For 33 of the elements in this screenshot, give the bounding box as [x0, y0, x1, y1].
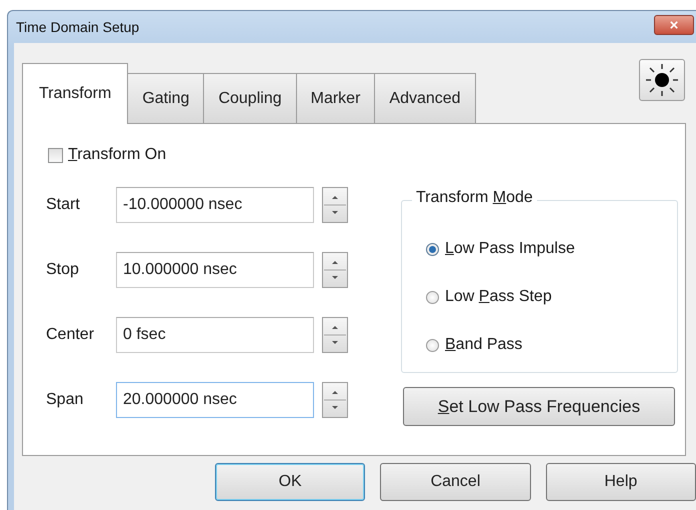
- field-label: Span: [46, 390, 84, 408]
- spin-button[interactable]: [322, 186, 348, 222]
- sun-button[interactable]: [639, 59, 685, 101]
- tab[interactable]: Coupling: [203, 73, 297, 123]
- field-label: Start: [46, 196, 81, 214]
- dialog-button[interactable]: OK: [215, 463, 366, 501]
- spin-button[interactable]: [322, 316, 348, 352]
- tab[interactable]: Gating: [127, 73, 204, 123]
- field-label: Stop: [46, 260, 80, 278]
- input-field[interactable]: 10.000000 nsec: [116, 252, 314, 288]
- input-field[interactable]: 20.000000 nsec: [116, 382, 314, 418]
- sun-icon: [645, 63, 679, 97]
- spin-button[interactable]: [322, 382, 348, 418]
- checkbox-label[interactable]: Transform On: [68, 146, 166, 164]
- tab[interactable]: Advanced: [374, 73, 476, 123]
- radio-button[interactable]: [426, 338, 439, 352]
- spin-button[interactable]: [322, 252, 348, 288]
- group-title: Transform Mode: [412, 189, 537, 207]
- radio-label[interactable]: Low Pass Impulse: [445, 240, 575, 258]
- radio-button[interactable]: [426, 290, 439, 304]
- dialog-button[interactable]: Cancel: [380, 463, 531, 501]
- set-frequencies-button[interactable]: Set Low Pass Frequencies: [403, 387, 675, 426]
- radio-label[interactable]: Band Pass: [445, 336, 522, 354]
- tab[interactable]: Marker: [296, 73, 376, 123]
- radio-label[interactable]: Low Pass Step: [445, 288, 552, 306]
- checkbox[interactable]: [48, 148, 63, 162]
- radio-button[interactable]: [426, 242, 439, 256]
- field-label: Center: [46, 326, 96, 344]
- tab[interactable]: Transform: [22, 63, 128, 124]
- window-title: Time Domain Setup: [15, 19, 140, 35]
- input-field[interactable]: -10.000000 nsec: [116, 186, 314, 222]
- input-field[interactable]: 0 fsec: [116, 316, 314, 352]
- dialog-button[interactable]: Help: [546, 463, 696, 501]
